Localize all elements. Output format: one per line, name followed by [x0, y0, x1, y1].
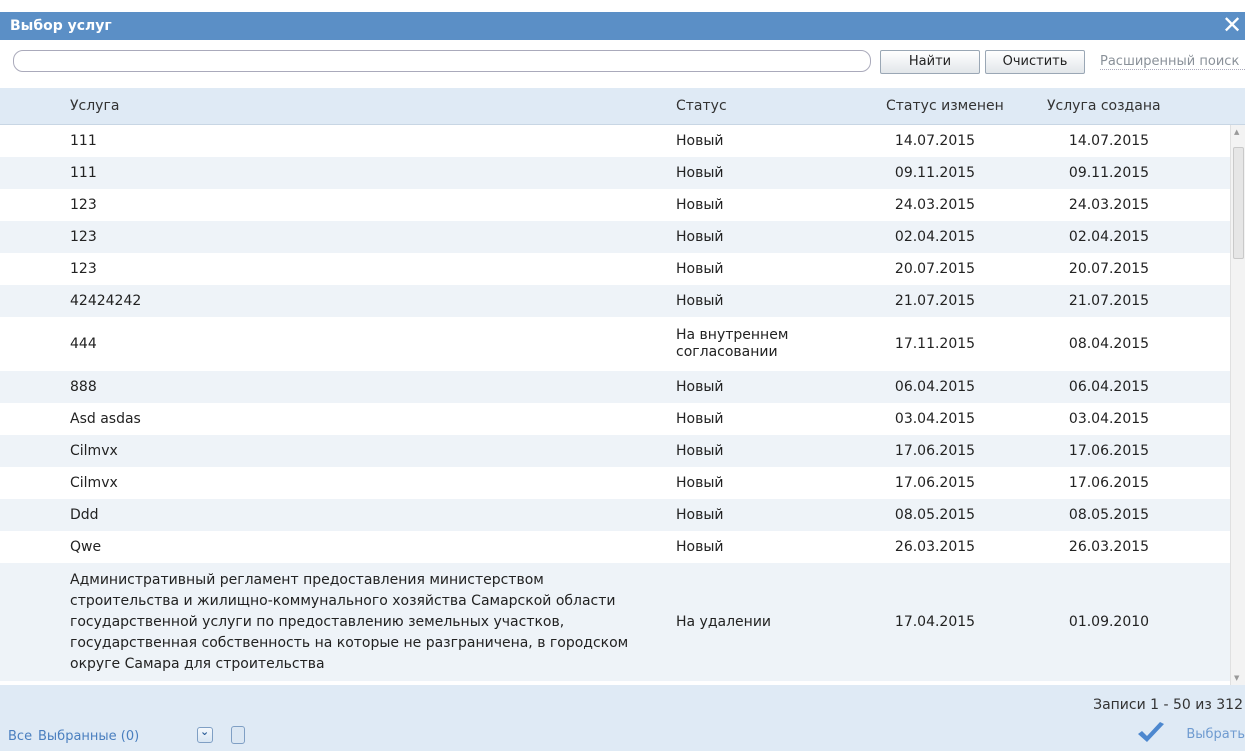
column-header-status-changed[interactable]: Статус изменен [886, 98, 1004, 114]
service-name-cell: 111 [70, 164, 97, 181]
status-changed-cell: 06.04.2015 [894, 379, 976, 395]
status-cell: Новый [676, 260, 724, 277]
status-changed-cell: 21.07.2015 [894, 293, 976, 309]
status-changed-cell: 17.11.2015 [894, 336, 976, 352]
window-title: Выбор услуг [10, 18, 112, 34]
records-count: Записи 1 - 50 из 312 [1093, 697, 1243, 713]
created-cell: 08.05.2015 [1068, 507, 1150, 523]
status-cell: Новый [676, 132, 724, 149]
status-changed-cell: 17.04.2015 [894, 614, 976, 630]
select-button-label: Выбрать [1186, 727, 1245, 742]
status-changed-cell: 08.05.2015 [894, 507, 976, 523]
select-page-checkbox[interactable]: ⌄ [197, 725, 213, 743]
status-changed-cell: 24.03.2015 [894, 197, 976, 213]
table-row[interactable]: Asd asdas Новый 03.04.2015 03.04.2015 [0, 403, 1230, 435]
created-cell: 14.07.2015 [1068, 133, 1150, 149]
status-cell: Новый [676, 196, 724, 213]
column-header-status[interactable]: Статус [676, 98, 727, 114]
service-name-cell: 444 [70, 335, 97, 352]
table-row[interactable]: Cilmvx Новый 17.06.2015 17.06.2015 [0, 467, 1230, 499]
status-cell: Новый [676, 378, 724, 395]
table-row[interactable]: 123 Новый 02.04.2015 02.04.2015 [0, 221, 1230, 253]
service-name-cell: Административный регламент предоставлени… [70, 571, 629, 672]
search-input[interactable] [13, 50, 871, 72]
service-name-cell: 123 [70, 260, 97, 277]
table-header: Услуга Статус Статус изменен Услуга созд… [0, 88, 1245, 125]
created-cell: 17.06.2015 [1068, 443, 1150, 459]
table-row[interactable]: 888 Новый 06.04.2015 06.04.2015 [0, 371, 1230, 403]
service-name-cell: 888 [70, 378, 97, 395]
created-cell: 09.11.2015 [1068, 165, 1150, 181]
service-name-cell: Cilmvx [70, 474, 118, 491]
column-header-created[interactable]: Услуга создана [1047, 98, 1161, 114]
find-button[interactable]: Найти [880, 50, 980, 74]
table-row[interactable]: 111 Новый 14.07.2015 14.07.2015 [0, 125, 1230, 157]
select-button[interactable]: Выбрать [1138, 722, 1245, 742]
table-body: 111 Новый 14.07.2015 14.07.2015 111 Новый 09.1… [0, 125, 1245, 685]
filter-selected-link[interactable]: Выбранные (0) [38, 729, 139, 744]
created-cell: 20.07.2015 [1068, 261, 1150, 277]
status-cell: Новый [676, 228, 724, 245]
table-row[interactable]: Qwe Новый 26.03.2015 26.03.2015 [0, 531, 1230, 563]
service-name-cell: Ddd [70, 506, 99, 523]
created-cell: 17.06.2015 [1068, 475, 1150, 491]
created-cell: 03.04.2015 [1068, 411, 1150, 427]
service-name-cell: 123 [70, 228, 97, 245]
status-cell: Новый [676, 164, 724, 181]
select-all-checkbox[interactable] [231, 726, 245, 744]
close-icon[interactable]: ✕ [1221, 12, 1243, 38]
service-name-cell: 111 [70, 132, 97, 149]
window-titlebar: Выбор услуг ✕ [0, 12, 1245, 40]
table-row[interactable]: 444 На внутреннем согласовании 17.11.2015 0… [0, 317, 1230, 371]
status-cell: Новый [676, 410, 724, 427]
scroll-down-icon[interactable]: ▼ [1234, 674, 1239, 682]
status-cell: Новый [676, 538, 724, 555]
created-cell: 08.04.2015 [1068, 336, 1150, 352]
status-cell: Новый [676, 474, 724, 491]
search-toolbar: Найти Очистить Расширенный поиск [0, 44, 1245, 84]
created-cell: 24.03.2015 [1068, 197, 1150, 213]
status-cell: Новый [676, 292, 724, 309]
status-changed-cell: 17.06.2015 [894, 443, 976, 459]
clear-button[interactable]: Очистить [985, 50, 1085, 74]
column-header-service[interactable]: Услуга [70, 98, 119, 114]
table-row[interactable]: Ddd Новый 08.05.2015 08.05.2015 [0, 499, 1230, 531]
scroll-thumb[interactable] [1233, 147, 1244, 259]
service-name-cell: Qwe [70, 538, 102, 555]
table-footer: Записи 1 - 50 из 312 Все Выбранные (0) ⌄… [0, 685, 1245, 751]
advanced-search-link[interactable]: Расширенный поиск [1100, 54, 1245, 70]
table-row[interactable]: 123 Новый 24.03.2015 24.03.2015 [0, 189, 1230, 221]
service-name-cell: 123 [70, 196, 97, 213]
service-name-cell: Cilmvx [70, 442, 118, 459]
table-row[interactable]: 123 Новый 20.07.2015 20.07.2015 [0, 253, 1230, 285]
table-row[interactable]: Cilmvx Новый 17.06.2015 17.06.2015 [0, 435, 1230, 467]
created-cell: 26.03.2015 [1068, 539, 1150, 555]
created-cell: 02.04.2015 [1068, 229, 1150, 245]
status-cell: На внутреннем согласовании [676, 327, 789, 360]
status-changed-cell: 20.07.2015 [894, 261, 976, 277]
status-changed-cell: 02.04.2015 [894, 229, 976, 245]
status-changed-cell: 03.04.2015 [894, 411, 976, 427]
status-cell: На удалении [676, 613, 772, 630]
created-cell: 06.04.2015 [1068, 379, 1150, 395]
table-row[interactable]: Административный регламент предоставлени… [0, 563, 1230, 681]
status-changed-cell: 17.06.2015 [894, 475, 976, 491]
table-row[interactable]: 111 Новый 09.11.2015 09.11.2015 [0, 157, 1230, 189]
service-name-cell: Asd asdas [70, 410, 141, 427]
chevron-down-icon: ⌄ [200, 725, 210, 738]
status-cell: Новый [676, 442, 724, 459]
checkmark-icon [1138, 722, 1165, 742]
scroll-up-icon[interactable]: ▲ [1234, 128, 1239, 136]
status-changed-cell: 14.07.2015 [894, 133, 976, 149]
status-changed-cell: 09.11.2015 [894, 165, 976, 181]
filter-all-link[interactable]: Все [8, 729, 32, 744]
scrollbar[interactable]: ▲ ▼ [1230, 125, 1245, 685]
table-row[interactable]: 42424242 Новый 21.07.2015 21.07.2015 [0, 285, 1230, 317]
created-cell: 01.09.2010 [1068, 614, 1150, 630]
status-cell: Новый [676, 506, 724, 523]
service-name-cell: 42424242 [70, 292, 142, 309]
status-changed-cell: 26.03.2015 [894, 539, 976, 555]
created-cell: 21.07.2015 [1068, 293, 1150, 309]
